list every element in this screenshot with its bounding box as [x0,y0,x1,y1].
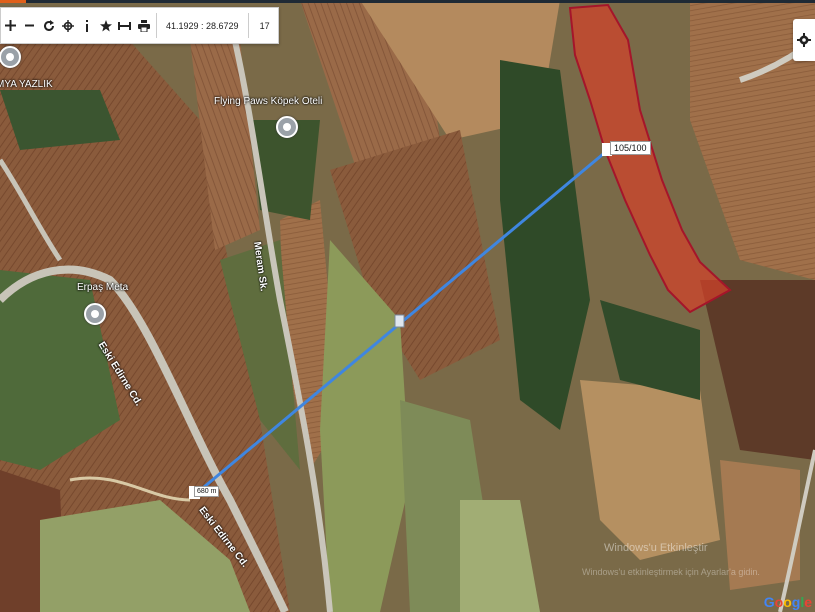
gear-icon [797,33,811,47]
satellite-map[interactable] [0,0,815,612]
settings-button[interactable] [793,19,815,61]
zoom-out-icon[interactable] [20,9,39,42]
toolbar-separator [247,13,249,38]
measure-midpoint [394,314,405,328]
place-label-hotel: Flying Paws Köpek Oteli [214,96,323,107]
place-label-erpas: Erpaş Meta [77,282,129,293]
parcel-label: 105/100 [610,141,651,155]
zoom-in-icon[interactable] [1,9,20,42]
place-label-yazlik: MYA YAZLIK [0,79,53,90]
refresh-icon[interactable] [39,9,58,42]
zoom-level: 17 [259,20,270,31]
place-pin-yazlik[interactable] [0,46,21,68]
map-toolbar: 41.1929 : 28.6729 17 [0,7,279,44]
place-pin-erpas[interactable] [84,303,106,325]
measure-icon[interactable] [115,9,134,42]
activation-watermark-subtitle: Windows'u etkinleştirmek için Ayarlar'a … [582,567,760,577]
coordinates-readout: 41.1929 : 28.6729 [166,20,239,31]
locate-icon[interactable] [58,9,77,42]
top-bar-accent [0,0,26,3]
toolbar-separator [156,13,157,38]
place-pin-hotel[interactable] [276,116,298,138]
info-icon[interactable] [77,9,96,42]
print-icon[interactable] [134,9,153,42]
distance-label: 680 m [194,486,220,497]
star-icon[interactable] [96,9,115,42]
top-bar [0,0,815,3]
google-logo: Google [763,594,812,610]
tree-line [0,90,120,150]
activation-watermark-title: Windows'u Etkinleştir [604,542,708,554]
